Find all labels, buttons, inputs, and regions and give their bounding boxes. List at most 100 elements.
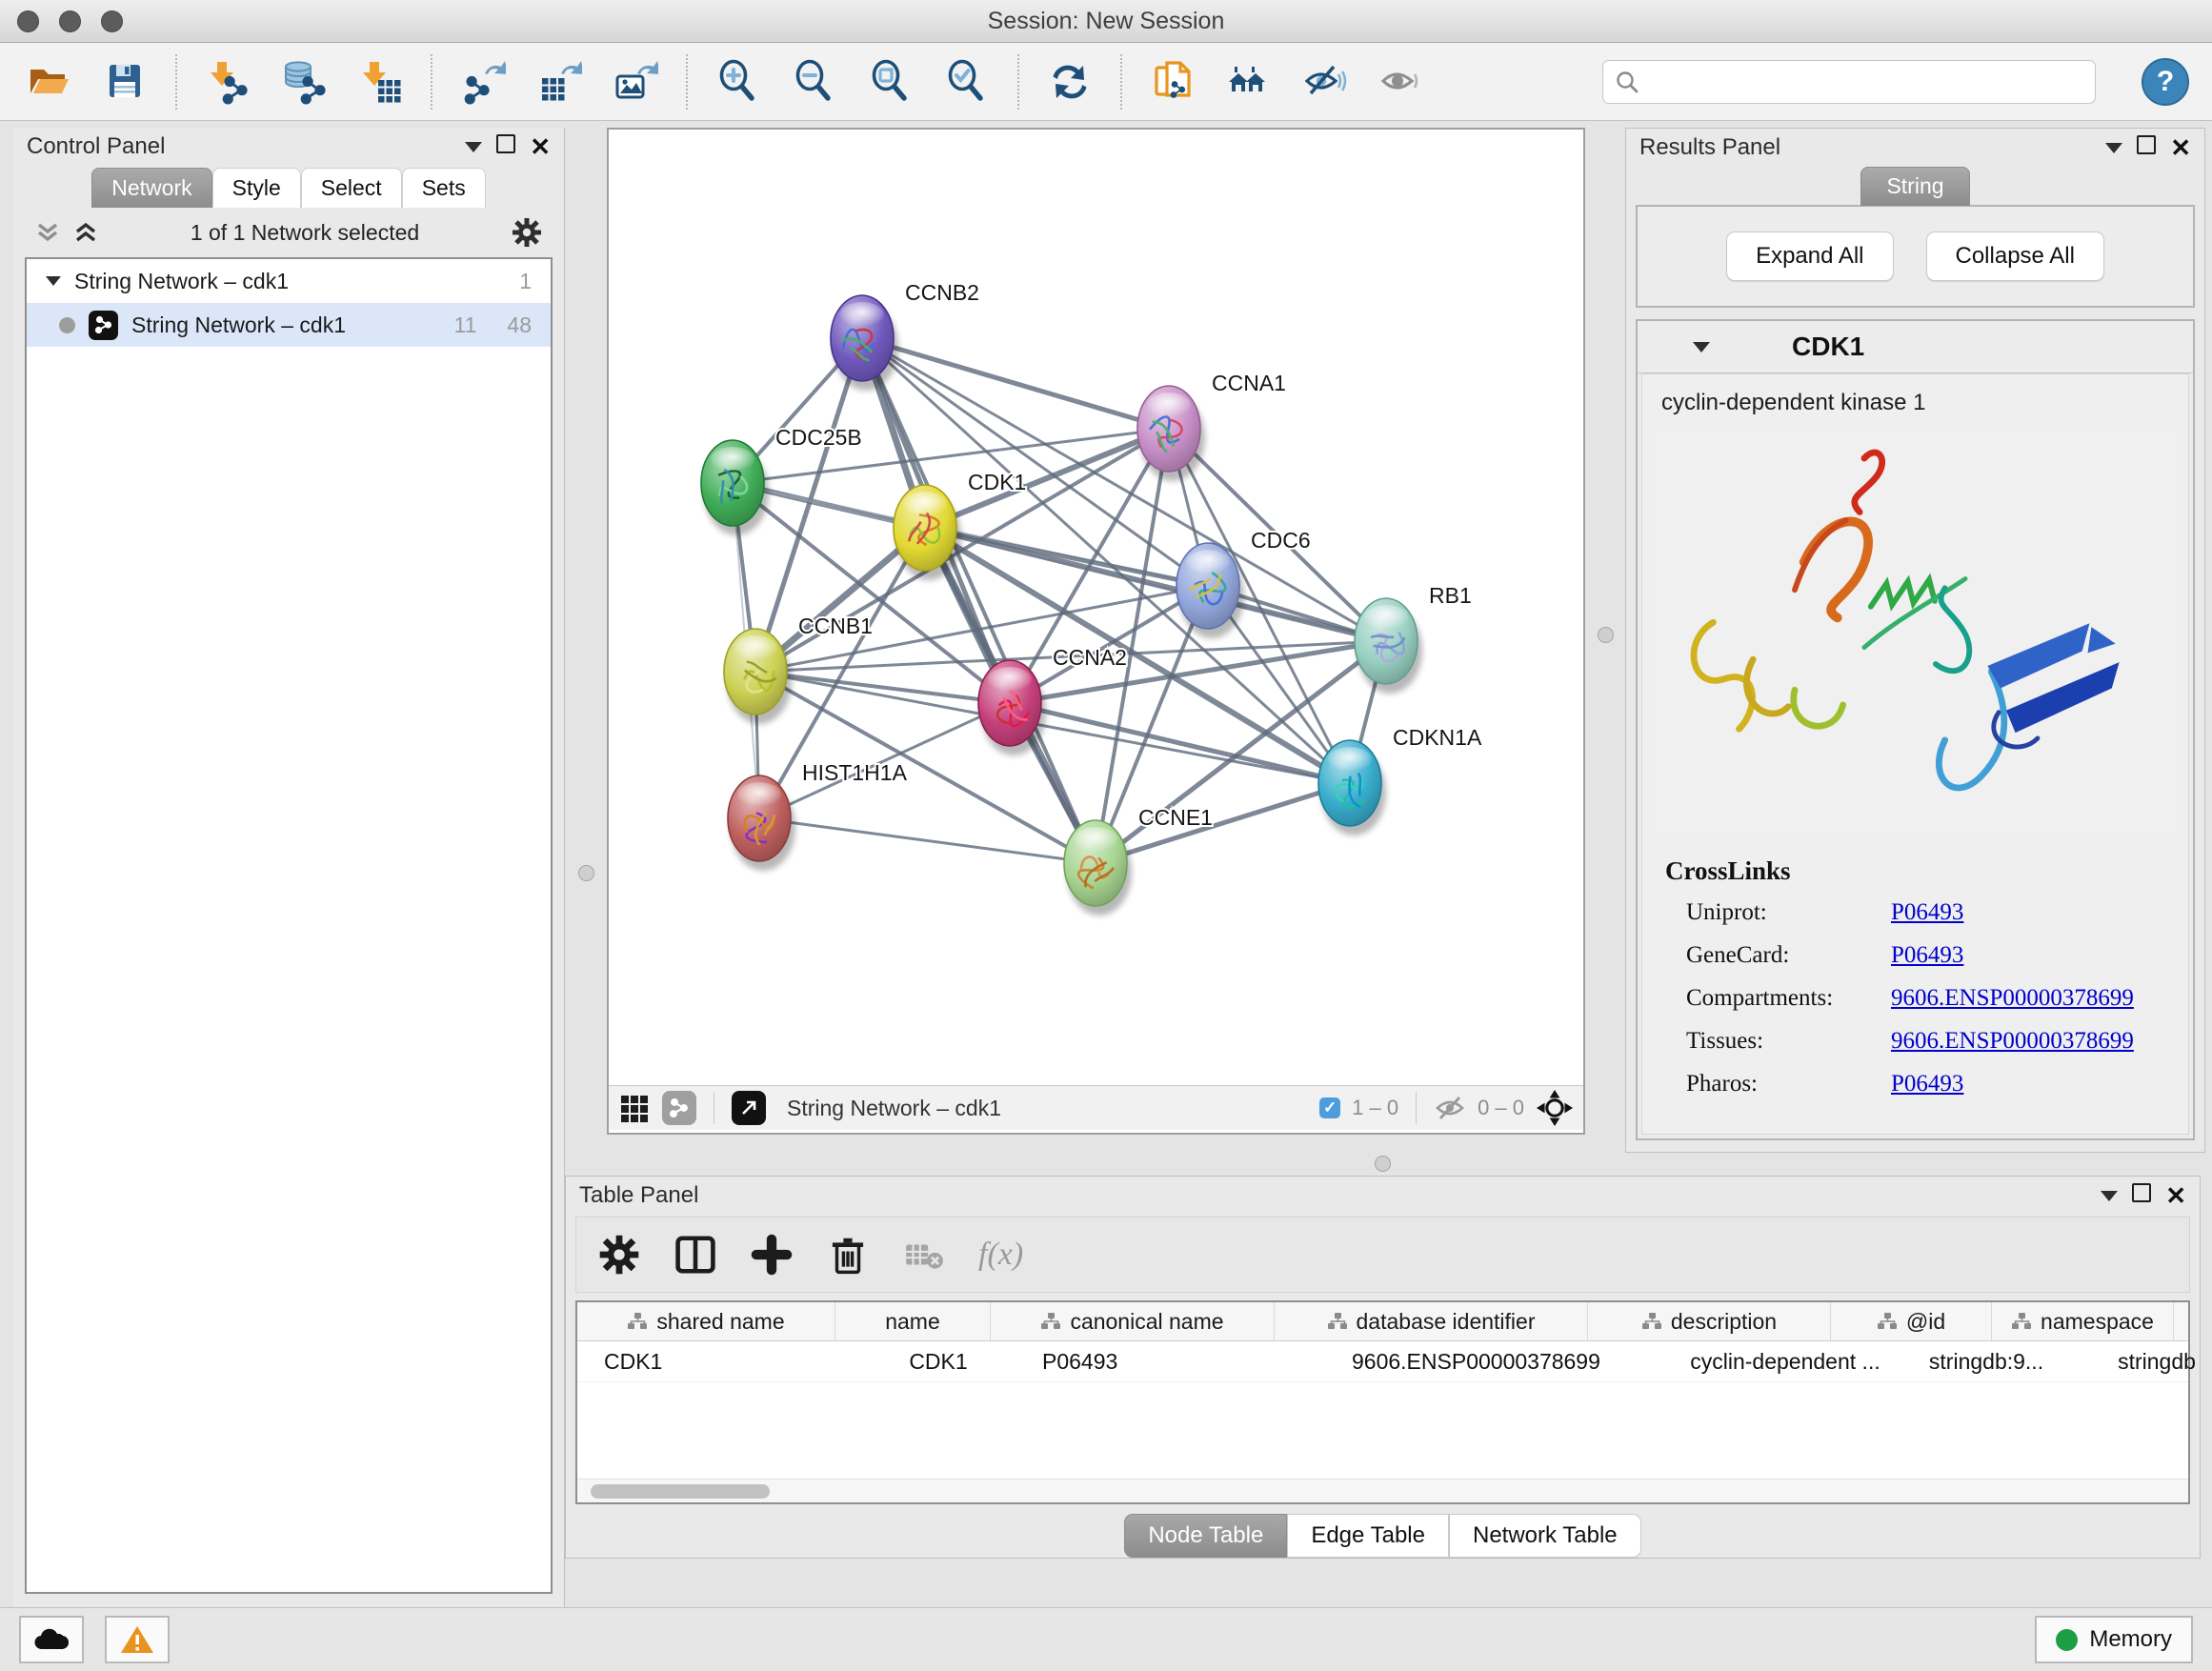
collapse-all-chevron-icon[interactable]: [34, 218, 61, 247]
table-cell[interactable]: CDK1: [861, 1341, 1016, 1381]
show-columns-icon[interactable]: [674, 1233, 717, 1277]
network-collection-row[interactable]: String Network – cdk1 1: [27, 259, 551, 303]
minimize-window-button[interactable]: [59, 10, 81, 32]
column-header-shared-name[interactable]: shared name: [577, 1302, 835, 1340]
column-header-description[interactable]: description: [1588, 1302, 1831, 1340]
tab-sets[interactable]: Sets: [402, 168, 486, 208]
table-cell[interactable]: CDK1: [577, 1341, 861, 1381]
table-row[interactable]: CDK1CDK1P064939606.ENSP00000378699cyclin…: [577, 1341, 2188, 1382]
crosslink-link[interactable]: 9606.ENSP00000378699: [1891, 1028, 2134, 1055]
crosslink-link[interactable]: P06493: [1891, 899, 1963, 926]
tab-edge-table[interactable]: Edge Table: [1287, 1514, 1449, 1558]
expand-all-chevron-icon[interactable]: [72, 218, 99, 247]
hide-selected-button[interactable]: [1299, 56, 1351, 108]
collection-expand-icon[interactable]: [46, 276, 61, 286]
search-box[interactable]: [1602, 60, 2096, 104]
svg-text:CDK1: CDK1: [968, 470, 1026, 494]
zoom-out-button[interactable]: [789, 56, 840, 108]
tab-string[interactable]: String: [1860, 167, 1969, 206]
column-header-name[interactable]: name: [835, 1302, 991, 1340]
add-column-icon[interactable]: [750, 1233, 794, 1277]
table-panel-close-icon[interactable]: ✕: [2165, 1183, 2186, 1208]
import-table-file-button[interactable]: [354, 56, 406, 108]
table-horizontal-scrollbar[interactable]: [577, 1479, 2188, 1502]
tab-node-table[interactable]: Node Table: [1124, 1514, 1287, 1558]
control-panel-float-icon[interactable]: [465, 142, 482, 152]
tab-select[interactable]: Select: [301, 168, 402, 208]
column-header-database-identifier[interactable]: database identifier: [1275, 1302, 1588, 1340]
cloud-status-button[interactable]: [19, 1616, 84, 1663]
scrollbar-thumb[interactable]: [591, 1484, 770, 1499]
save-session-button[interactable]: [99, 56, 151, 108]
zoom-selected-button[interactable]: [941, 56, 993, 108]
results-panel-float-icon[interactable]: [2105, 143, 2122, 153]
memory-button[interactable]: Memory: [2035, 1616, 2193, 1663]
table-cell[interactable]: P06493: [1016, 1341, 1325, 1381]
table-panel: Table Panel ✕ f(x) shared namenamecanoni…: [565, 1176, 2201, 1559]
crosslink-link[interactable]: P06493: [1891, 1071, 1963, 1097]
export-image-button[interactable]: [610, 56, 661, 108]
refresh-layout-button[interactable]: [1044, 56, 1096, 108]
first-neighbors-button[interactable]: [1223, 56, 1275, 108]
table-cell[interactable]: 9606.ENSP00000378699: [1325, 1341, 1664, 1381]
warning-button[interactable]: [105, 1616, 170, 1663]
crosslink-label: Uniprot:: [1665, 899, 1891, 926]
gene-collapse-icon[interactable]: [1693, 342, 1710, 352]
pan-crosshair-icon[interactable]: [1536, 1089, 1574, 1127]
svg-text:CDC6: CDC6: [1251, 528, 1311, 553]
delete-table-icon-disabled: [902, 1233, 946, 1277]
column-header-namespace[interactable]: namespace: [1992, 1302, 2174, 1340]
control-panel-maximize-icon[interactable]: [496, 134, 515, 153]
tab-style[interactable]: Style: [212, 168, 301, 208]
duplicate-network-button[interactable]: [1147, 56, 1198, 108]
column-header-canonical-name[interactable]: canonical name: [991, 1302, 1275, 1340]
open-file-button[interactable]: [23, 56, 74, 108]
search-input[interactable]: [1647, 69, 2083, 95]
results-panel-maximize-icon[interactable]: [2137, 135, 2156, 154]
left-splitter-handle[interactable]: [578, 865, 594, 881]
crosslink-label: Pharos:: [1665, 1071, 1891, 1097]
network-row-selected[interactable]: String Network – cdk1 11 48: [27, 303, 551, 347]
network-canvas[interactable]: CCNB2CCNA1CDC25BCDK1CDC6RB1CCNB1CCNA2CDK…: [609, 130, 1579, 1085]
show-all-button[interactable]: [1376, 56, 1427, 108]
collapse-all-button[interactable]: Collapse All: [1926, 232, 2104, 281]
control-panel-close-icon[interactable]: ✕: [530, 134, 551, 159]
crosslink-link[interactable]: 9606.ENSP00000378699: [1891, 985, 2134, 1012]
export-network-button[interactable]: [457, 56, 509, 108]
network-selector-row: 1 of 1 Network selected: [13, 208, 564, 257]
gear-icon[interactable]: [511, 216, 543, 249]
tab-network-table[interactable]: Network Table: [1449, 1514, 1641, 1558]
import-network-file-button[interactable]: [202, 56, 253, 108]
help-button[interactable]: ?: [2142, 58, 2189, 106]
horizontal-splitter-handle[interactable]: [1375, 1156, 1391, 1172]
table-panel-float-icon[interactable]: [2101, 1191, 2118, 1201]
crosslink-link[interactable]: P06493: [1891, 942, 1963, 969]
gene-section-header[interactable]: CDK1: [1638, 321, 2193, 373]
table-tabs: Node Table Edge Table Network Table: [566, 1514, 2200, 1558]
main-toolbar: ?: [0, 43, 2212, 121]
delete-column-trash-icon[interactable]: [826, 1233, 870, 1277]
table-cell[interactable]: stringdb: [2066, 1341, 2212, 1381]
grid-view-icon[interactable]: [618, 1092, 651, 1124]
export-table-button[interactable]: [533, 56, 585, 108]
import-network-database-button[interactable]: [278, 56, 330, 108]
network-share-view-icon[interactable]: [662, 1091, 696, 1125]
zoom-in-button[interactable]: [713, 56, 764, 108]
results-panel-close-icon[interactable]: ✕: [2170, 135, 2191, 160]
status-bar: Memory: [0, 1607, 2212, 1671]
expand-all-button[interactable]: Expand All: [1726, 232, 1893, 281]
network-list: String Network – cdk1 1 String Network –…: [25, 257, 553, 1594]
right-splitter-handle[interactable]: [1598, 627, 1614, 643]
birdseye-view-icon[interactable]: [732, 1091, 766, 1125]
table-cell[interactable]: stringdb:9...: [1906, 1341, 2066, 1381]
table-settings-gear-icon[interactable]: [597, 1233, 641, 1277]
table-cell[interactable]: cyclin-dependent ...: [1664, 1341, 1906, 1381]
toolbar-separator: [1017, 54, 1019, 110]
column-header--id[interactable]: @id: [1831, 1302, 1992, 1340]
selected-checkbox-icon[interactable]: ✓: [1319, 1097, 1340, 1118]
zoom-window-button[interactable]: [101, 10, 123, 32]
close-window-button[interactable]: [17, 10, 39, 32]
tab-network[interactable]: Network: [91, 168, 211, 208]
zoom-fit-button[interactable]: [865, 56, 916, 108]
table-panel-maximize-icon[interactable]: [2132, 1183, 2151, 1202]
